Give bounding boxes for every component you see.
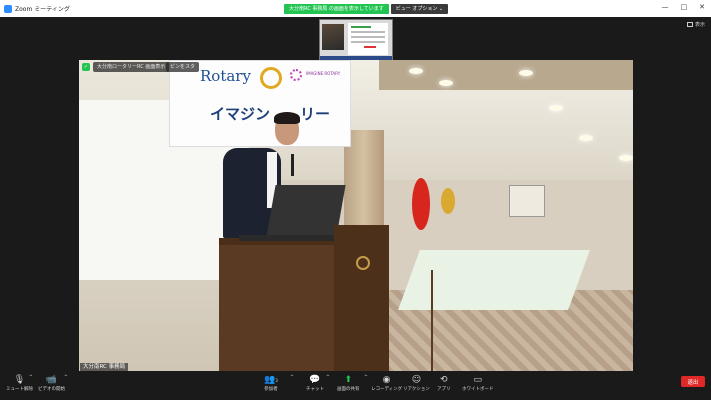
participants-count: 3 (275, 378, 278, 383)
lectern-emblem-icon (356, 256, 370, 270)
share-banner: 大分南RC 事務局 の画面を表示しています ビュー オプション ⌄ (284, 4, 449, 14)
display-label: 表示 (694, 22, 705, 28)
main-video: Rotary IMAGINE ROTARY イマジン リー (79, 60, 633, 371)
shared-screen-thumbnail[interactable] (319, 19, 393, 61)
ceiling-light (579, 135, 593, 141)
lectern (334, 225, 389, 371)
record-icon: ◉ (382, 375, 391, 385)
podium (219, 245, 339, 371)
banner-rotary-text: Rotary (200, 67, 251, 85)
share-screen-button[interactable]: ⬆ 画面の共有 (337, 375, 360, 392)
meeting-toolbar: 🎙 ミュート解除 ^ 📹 ビデオの開始 ^ 👥3 参加者 ^ 💬 チャット ^ … (0, 371, 711, 400)
banner-jp-text: イマジン リー (210, 105, 331, 123)
chat-button[interactable]: 💬 チャット (306, 375, 324, 392)
whiteboard-button[interactable]: ▭ ホワイトボード (462, 375, 494, 392)
share-screen-icon: ⬆ (344, 375, 353, 385)
window-controls: — □ ✕ (662, 3, 706, 11)
view-options-button[interactable]: ビュー オプション ⌄ (390, 4, 449, 14)
share-screen-label: 画面の共有 (337, 387, 360, 392)
whiteboard-icon: ▭ (473, 375, 482, 385)
video-options-chevron-icon[interactable]: ^ (64, 375, 68, 380)
rotary-wheel-icon (260, 67, 282, 89)
thumbnail-image (322, 24, 344, 50)
ceiling-light (409, 68, 423, 74)
chat-chevron-icon[interactable]: ^ (326, 375, 330, 380)
laptop-base (239, 235, 339, 241)
ceiling-light (519, 70, 533, 76)
sign-stand (509, 185, 545, 217)
banner-imagine-text: IMAGINE ROTARY (306, 71, 341, 76)
reaction-smile-icon: ☺ (411, 375, 422, 385)
security-shield-icon[interactable]: ✓ (82, 63, 90, 71)
pin-label[interactable]: ピンをスタ (166, 62, 200, 72)
japan-flag (412, 178, 430, 230)
start-video-label: ビデオの開始 (38, 387, 65, 392)
leave-meeting-button[interactable]: 退出 (681, 376, 705, 387)
apps-icon: ⟲ (439, 375, 448, 385)
display-button[interactable]: 表示 (686, 21, 705, 28)
mic-muted-icon: 🎙 (13, 375, 26, 385)
speaker-hair (274, 112, 300, 124)
reactions-button[interactable]: ☺ リアクション (403, 375, 430, 392)
microphone (291, 154, 294, 176)
chat-icon: 💬 (309, 375, 321, 385)
rotary-flag (441, 188, 455, 214)
share-chevron-icon[interactable]: ^ (364, 375, 368, 380)
maximize-icon[interactable]: □ (681, 3, 688, 11)
share-status-badge: 大分南RC 事務局 の画面を表示しています (284, 4, 389, 14)
thumbnail-document (348, 23, 388, 55)
record-button[interactable]: ◉ レコーディング (371, 375, 402, 392)
rotary-banner: Rotary IMAGINE ROTARY イマジン リー (169, 60, 351, 147)
window-title: Zoom ミーティング (15, 6, 70, 13)
record-label: レコーディング (371, 387, 403, 392)
zoom-logo-icon (4, 4, 12, 13)
participants-label: 参加者 (264, 387, 278, 392)
whiteboard-label: ホワイトボード (462, 387, 494, 392)
unmute-label: ミュート解除 (6, 387, 33, 392)
video-off-icon: 📹 (45, 375, 58, 385)
ceiling-light (439, 80, 453, 86)
apps-button[interactable]: ⟲ アプリ (437, 375, 451, 392)
ceiling-beam (379, 60, 633, 90)
minimize-icon[interactable]: — (662, 3, 669, 11)
close-icon[interactable]: ✕ (699, 3, 705, 11)
reactions-label: リアクション (403, 387, 430, 392)
grid-view-icon (686, 22, 693, 27)
chat-label: チャット (306, 387, 324, 392)
audio-options-chevron-icon[interactable]: ^ (29, 375, 33, 380)
participants-chevron-icon[interactable]: ^ (290, 375, 294, 380)
participants-button[interactable]: 👥3 参加者 (264, 375, 278, 392)
ceiling-light (549, 105, 563, 111)
title-bar: Zoom ミーティング 大分南RC 事務局 の画面を表示しています ビュー オプ… (0, 0, 711, 17)
imagine-logo-icon (290, 69, 302, 81)
viewing-label[interactable]: 大分南ロータリーRC 画面表示 (93, 62, 170, 72)
start-video-button[interactable]: 📹 ビデオの開始 (38, 375, 65, 392)
ceiling-light (619, 155, 633, 161)
participants-icon: 👥3 (264, 375, 278, 385)
apps-label: アプリ (437, 387, 451, 392)
